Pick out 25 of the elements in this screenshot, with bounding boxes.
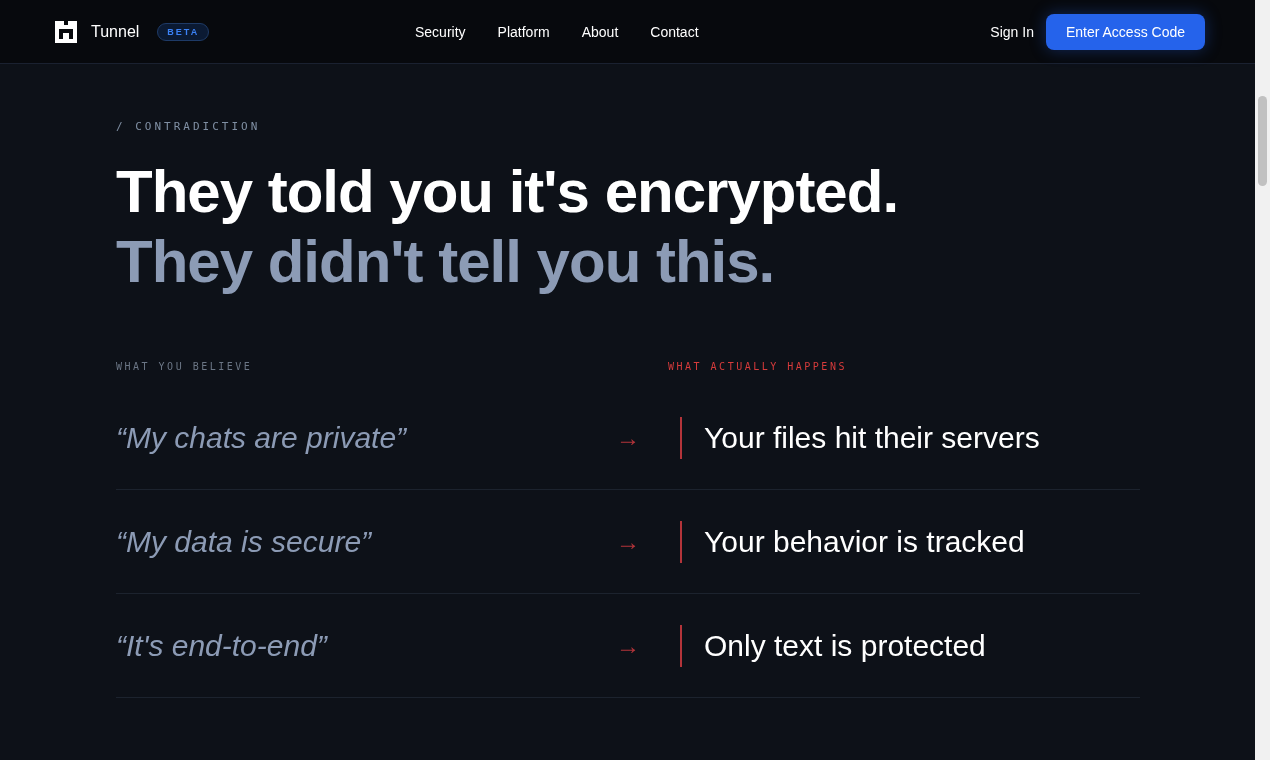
arrow-icon: → [616,527,668,556]
belief-quote: “My data is secure” [116,524,373,559]
column-heading: WHAT YOU BELIEVE [116,361,254,372]
reality-statement: Your files hit their servers [680,416,1140,459]
column-heading: WHAT ACTUALLY HAPPENS [668,361,848,372]
arrow-icon: → [616,631,668,660]
nav-link[interactable]: Platform [497,23,550,40]
scrollbar-thumb[interactable] [1258,96,1267,186]
brand-name: Tunnel [91,22,140,41]
enter-access-code-button[interactable]: Enter Access Code [1045,13,1205,50]
nav-link[interactable]: Security [415,23,466,40]
headline: They told you it's encrypted. [116,157,900,227]
nav-link[interactable]: Contact [650,23,699,40]
belief-quote: “My chats are private” [116,420,408,455]
arrow-icon: → [616,423,668,452]
section-eyebrow: / CONTRADICTION [116,120,262,133]
beta-badge: BETA [157,22,210,41]
reality-statement: Only text is protected [680,624,1140,667]
subheadline: They didn't tell you this. [116,227,776,297]
belief-quote: “It's end-to-end” [116,628,329,663]
reality-statement: Your behavior is tracked [680,520,1140,563]
nav-link[interactable]: About [581,23,619,40]
scrollbar[interactable] [1255,0,1270,760]
tunnel-logo-icon [55,20,77,43]
sign-in-link[interactable]: Sign In [990,23,1034,40]
